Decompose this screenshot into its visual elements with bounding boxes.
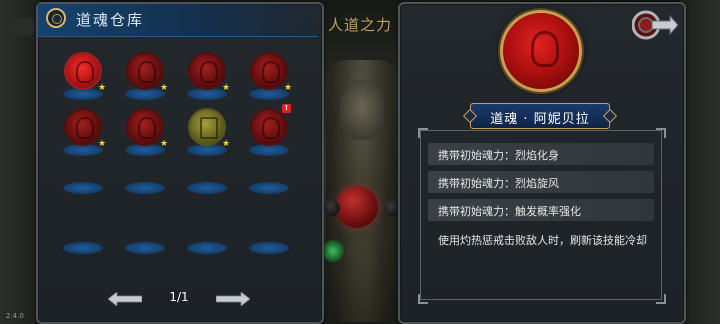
statue-dark-orb: [324, 200, 340, 216]
soul-orb-red[interactable]: [64, 52, 102, 90]
star-icon: ★: [222, 83, 231, 93]
soul-portrait-icon: [138, 117, 156, 139]
background-tab-label: 人道之力: [328, 16, 393, 34]
soul-portrait-orb: [500, 10, 582, 92]
star-icon: ★: [98, 83, 107, 93]
slot-pedestal[interactable]: [187, 182, 227, 194]
slot-pedestal[interactable]: [249, 182, 289, 194]
soul-portrait-icon: [76, 61, 94, 83]
star-icon: ★: [160, 139, 169, 149]
frame-corner: [656, 294, 666, 304]
ability-row: 携带初始魂力：触发概率强化: [428, 199, 654, 221]
slot-pedestal[interactable]: [125, 182, 165, 194]
ability-text: 携带初始魂力：烈焰旋风: [438, 177, 559, 190]
soul-orb-red[interactable]: [126, 52, 164, 90]
soul-portrait-icon: [200, 117, 218, 139]
frame-corner: [418, 294, 428, 304]
slot-pedestal[interactable]: [187, 242, 227, 254]
soul-orb-red[interactable]: [188, 52, 226, 90]
frame-corner: [418, 128, 428, 138]
soul-portrait-icon: [262, 61, 280, 83]
background-left-decoration: [0, 0, 40, 324]
frame-corner: [656, 128, 666, 138]
slot-pedestal[interactable]: [249, 242, 289, 254]
star-icon: ★: [160, 83, 169, 93]
close-icon[interactable]: [632, 8, 678, 42]
soul-orb-yellow[interactable]: [188, 108, 226, 146]
soul-name: 道魂 · 阿妮贝拉: [490, 112, 590, 127]
soul-portrait-icon: [200, 61, 218, 83]
background-faded-button: [4, 18, 34, 36]
statue-red-orb: [336, 186, 378, 228]
soul-orb-red[interactable]: [250, 108, 288, 146]
slot-pedestal[interactable]: [63, 242, 103, 254]
ability-row: 携带初始魂力：烈焰化身: [428, 143, 654, 165]
soul-name-plate: 道魂 · 阿妮贝拉: [470, 103, 610, 129]
ability-row: 携带初始魂力：烈焰旋风: [428, 171, 654, 193]
ring-icon: [46, 8, 66, 28]
statue-green-gem: [322, 240, 344, 262]
arrow-right-icon[interactable]: [216, 292, 250, 306]
soul-portrait-face: [531, 31, 559, 67]
soul-orb-red[interactable]: [126, 108, 164, 146]
statue-face: [340, 80, 384, 140]
ability-text: 携带初始魂力：烈焰化身: [438, 149, 559, 162]
soul-orb-red[interactable]: [250, 52, 288, 90]
ability-text: 携带初始魂力：触发概率强化: [438, 205, 581, 218]
background-right-decoration: [680, 0, 720, 324]
alert-icon: !: [282, 104, 291, 113]
star-icon: ★: [98, 139, 107, 149]
soul-orb-red[interactable]: [64, 108, 102, 146]
soul-portrait-icon: [138, 61, 156, 83]
arrow-left-icon[interactable]: [108, 292, 142, 306]
soul-storage-panel: [36, 2, 324, 324]
slot-pedestal[interactable]: [125, 242, 165, 254]
star-icon: ★: [284, 83, 293, 93]
soul-portrait-icon: [76, 117, 94, 139]
slot-pedestal[interactable]: [63, 182, 103, 194]
storage-title: 道魂仓库: [76, 11, 145, 29]
star-icon: ★: [222, 139, 231, 149]
soul-portrait-icon: [262, 117, 280, 139]
version-label: 2.4.0: [6, 312, 24, 320]
soul-description: 使用灼热惩戒击败敌人时，刷新该技能冷却: [438, 234, 647, 247]
page-indicator: 1/1: [169, 290, 189, 304]
